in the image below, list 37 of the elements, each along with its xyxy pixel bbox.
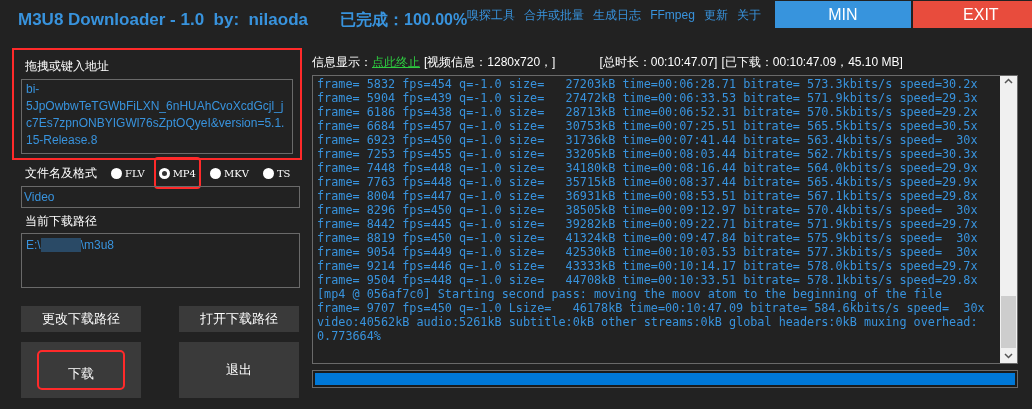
format-radio[interactable]: MP4	[155, 159, 199, 187]
menu-link[interactable]: 更新	[703, 6, 728, 24]
menu-link[interactable]: 嗅探工具	[467, 6, 516, 24]
downloaded-info: [已下载：00:10:47.09，45.10 MB]	[721, 54, 903, 71]
radio-icon	[209, 167, 221, 179]
path-field[interactable]: E:\ \m3u8	[21, 233, 300, 288]
menu-link[interactable]: FFmpeg	[650, 6, 695, 24]
app-title: M3U8 Downloader - 1.0 by: nilaoda	[18, 9, 308, 31]
format-radio[interactable]: MKV	[206, 159, 252, 187]
scroll-down-icon[interactable]	[1004, 353, 1013, 359]
log-output: frame= 5832 fps=454 q=-1.0 size= 27203kB time=00:06:28.71 bitrate= 573.3kbits/s speed=30.2x frame= 5904 fps=439 q=-1.0 size= 27472kB time=00:06:33.53 bitrate= 571.9kbits/s speed=29.3x frame= 6186 fps=438 q=-1.0 size= 28713kB time=00:06:52.31 bitrate= 570.5kbits/s speed=29.2x frame= 6684 fps=457 q=-1.0 size= 30753kB time=00:07:25.51 bitrate= 565.5kbits/s speed=30.5x frame= 6923 fps=450 q=-1.0 size= 31736kB time=00:07:41.44 bitrate= 563.4kbits/s speed= 30x frame= 7253 fps=455 q=-1.0 size= 33205kB time=00:08:03.44 bitrate= 562.7kbits/s speed=30.3x frame= 7448 fps=448 q=-1.0 size= 34180kB time=00:08:16.44 bitrate= 564.0kbits/s speed=29.9x frame= 7763 fps=448 q=-1.0 size= 35715kB time=00:08:37.44 bitrate= 565.4kbits/s speed=29.9x frame= 8004 fps=447 q=-1.0 size= 36931kB time=00:08:53.51 bitrate= 567.1kbits/s speed=29.8x frame= 8296 fps=450 q=-1.0 size= 38505kB time=00:09:12.97 bitrate= 570.4kbits/s speed= 30x frame= 8442 fps=445 q=-1.0 size= 39282kB time=00:09:22.71 bitrate= 571.9kbits/s speed=29.7x frame= 8819 fps=450 q=-1.0 size= 41324kB time=00:09:47.84 bitrate= 575.9kbits/s speed= 30x frame= 9054 fps=449 q=-1.0 size= 42530kB time=00:10:03.53 bitrate= 577.3kbits/s speed= 30x frame= 9214 fps=446 q=-1.0 size= 43333kB time=00:10:14.17 bitrate= 578.0kbits/s speed=29.7x frame= 9504 fps=448 q=-1.0 size= 44708kB time=00:10:33.51 bitrate= 578.1kbits/s speed=29.8x [mp4 @ 056af7c0] Starting second pass: moving the moov atom to the beginning of the file frame= 9707 fps=450 q=-1.0 Lsize= 46178kB time=00:10:47.09 bitrate= 584.6kbits/s speed= 30x video:40562kB audio:5261kB subtitle:0kB other streams:0kB global headers:0kB muxing overhead: 0.773664%	[316, 76, 986, 345]
action-button[interactable]: 更改下载路径	[21, 306, 141, 332]
path-label: 当前下载路径	[25, 213, 98, 230]
action-button[interactable]: 退出	[178, 342, 299, 398]
total-duration: [总时长：00:10:47.07]	[599, 54, 718, 71]
scroll-up-icon[interactable]	[1004, 78, 1013, 84]
stop-link[interactable]: 点此终止	[372, 53, 420, 71]
url-field[interactable]: bi-5JpOwbwTeTGWbFiLXN_6nHUAhCvoXcdGcjl_jc7Es7zpnONBYIGWl76sZptOQyeI&version=5.1.15-Release.8	[21, 79, 293, 154]
radio-icon	[111, 167, 122, 179]
scroll-thumb[interactable]	[1001, 296, 1016, 348]
completion-status: 已完成：100.00%	[340, 10, 468, 30]
url-label: 拖拽或键入地址	[25, 58, 110, 75]
minimize-button[interactable]: MIN	[774, 1, 911, 28]
format-radio[interactable]: FLV	[108, 159, 148, 187]
video-info: [视频信息：1280x720，]	[424, 54, 556, 71]
radio-icon	[262, 167, 274, 179]
action-button[interactable]: 打开下载路径	[178, 306, 299, 332]
menu-link[interactable]: 生成日志	[593, 6, 642, 24]
format-label: 文件名及格式	[25, 165, 97, 182]
scrollbar[interactable]	[1000, 76, 1017, 363]
filename-field[interactable]: Video	[21, 186, 300, 208]
menu-link[interactable]: 合并或批量	[524, 6, 585, 24]
radio-icon	[158, 167, 170, 179]
exit-button[interactable]: EXIT	[912, 1, 1032, 28]
info-label: 信息显示：	[312, 54, 372, 71]
menu-link[interactable]: 关于	[736, 6, 761, 24]
format-radio[interactable]: TS	[259, 159, 294, 187]
